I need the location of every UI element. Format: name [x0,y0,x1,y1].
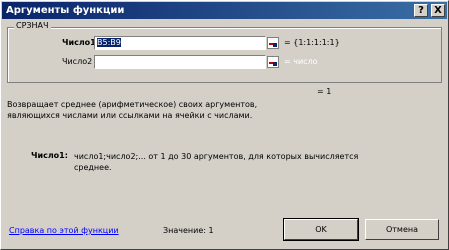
ok-button[interactable]: OK [283,218,359,241]
argument-help-line-2: среднее. [74,163,112,172]
function-description: Возвращает среднее (арифметическое) свои… [7,99,257,121]
argument-help-name: Число1: [31,151,68,160]
arg2-input[interactable] [94,55,266,69]
arg2-result: = число [284,57,318,66]
argument-help-text: число1;число2;... от 1 до 30 аргументов,… [74,151,358,173]
arg1-collapse-icon[interactable] [267,37,279,49]
title-bar[interactable]: Аргументы функции ? X [2,2,447,19]
function-arguments-dialog: Аргументы функции ? X СРЗНАЧ Число1 B5:B… [0,0,449,250]
description-line-2: являющихся числами или ссылками на ячейк… [7,111,253,120]
description-line-1: Возвращает среднее (арифметическое) свои… [7,100,258,109]
function-name-legend: СРЗНАЧ [14,21,51,30]
arg1-input[interactable]: B5:B9 [94,36,266,50]
arg2-label: Число2 [62,57,93,66]
arg2-collapse-icon[interactable] [267,56,279,68]
help-button[interactable]: ? [414,4,428,17]
arguments-group: СРЗНАЧ Число1 B5:B9 = {1:1:1:1:1} Число2… [7,21,442,83]
cancel-button[interactable]: Отмена [365,219,439,240]
formula-result: = 1 [317,87,332,96]
value-label: Значение: 1 [163,226,214,235]
arg1-label: Число1 [62,38,96,47]
close-button[interactable]: X [431,4,445,17]
dialog-title: Аргументы функции [6,5,125,16]
arg1-result: = {1:1:1:1:1} [284,38,340,47]
arg1-value: B5:B9 [97,38,121,47]
argument-help-line-1: число1;число2;... от 1 до 30 аргументов,… [74,152,359,161]
help-link[interactable]: Справка по этой функции [9,226,119,235]
